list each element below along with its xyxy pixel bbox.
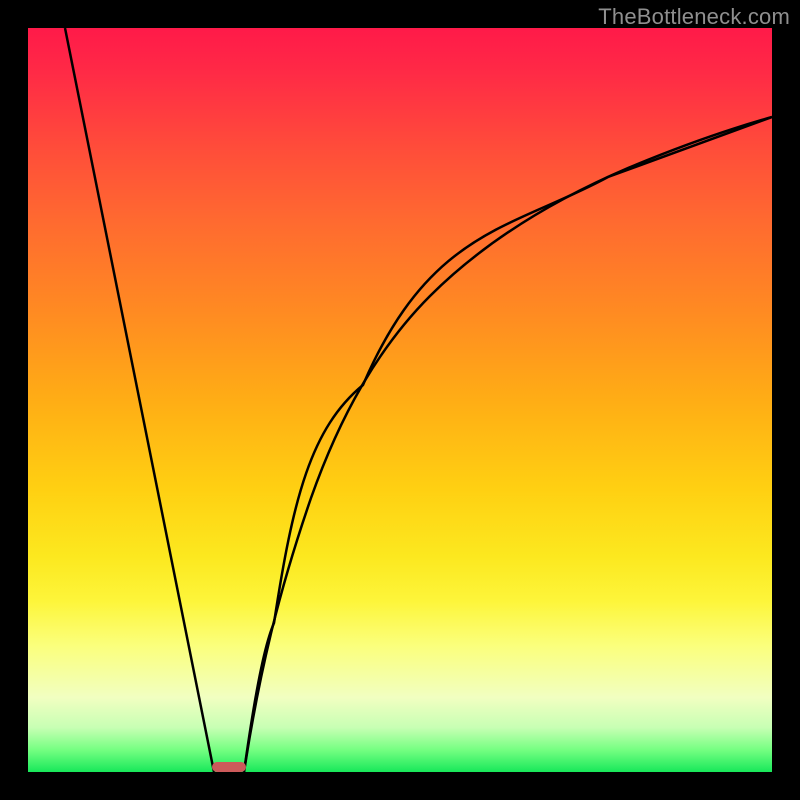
chart-frame: TheBottleneck.com — [0, 0, 800, 800]
right-curve — [244, 117, 772, 772]
right-curve-smooth — [244, 117, 772, 772]
left-line — [65, 28, 214, 772]
plot-area — [28, 28, 772, 772]
curve-layer — [28, 28, 772, 772]
min-marker — [212, 762, 246, 772]
watermark-text: TheBottleneck.com — [598, 4, 790, 30]
